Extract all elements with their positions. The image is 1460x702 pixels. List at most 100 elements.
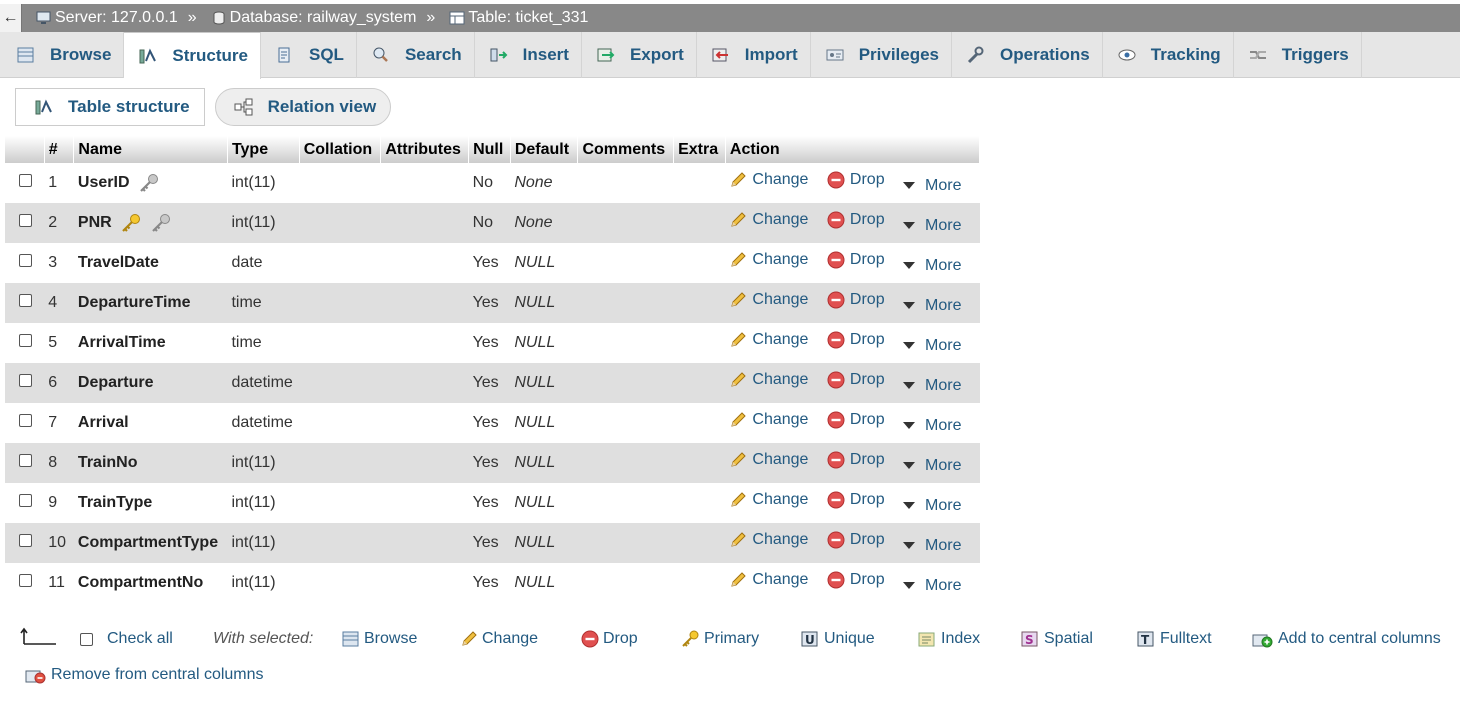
more-label: More [925,376,962,394]
tab-operations[interactable]: Operations [952,32,1103,78]
bulk-unique-button[interactable]: U Unique [800,630,875,648]
field-comments [577,483,674,523]
drop-button[interactable]: Drop [827,491,885,509]
bulk-drop-button[interactable]: Drop [581,630,638,648]
row-checkbox[interactable] [19,374,32,387]
drop-label: Drop [849,331,885,349]
more-button[interactable]: More [903,376,962,395]
more-button[interactable]: More [903,417,962,435]
drop-button[interactable]: Drop [827,531,885,549]
change-button[interactable]: Change [729,491,808,509]
row-checkbox[interactable] [19,174,32,187]
row-checkbox[interactable] [19,454,32,467]
tab-triggers[interactable]: Triggers [1234,32,1362,78]
tab-search[interactable]: Search [357,32,475,78]
drop-button[interactable]: Drop [827,571,885,589]
change-button[interactable]: Change [729,411,808,429]
more-button[interactable]: More [903,576,962,595]
change-button[interactable]: Change [729,251,808,269]
tab-sql[interactable]: SQL [261,32,357,78]
row-checkbox[interactable] [19,254,32,267]
breadcrumb: ← Server: 127.0.0.1 » Database: railway_… [0,4,1460,32]
bulk-remove-central-columns-label: Remove from central columns [51,666,264,683]
more-label: More [925,576,962,594]
field-name-cell: CompartmentType [73,523,228,563]
more-button[interactable]: More [903,217,962,235]
change-button[interactable]: Change [729,291,808,309]
row-checkbox[interactable] [19,574,32,587]
row-number: 3 [44,243,74,283]
tab-import[interactable]: Import [697,32,811,78]
more-button[interactable]: More [903,297,962,315]
subtab-table-structure[interactable]: Table structure [15,88,205,126]
col-collation-header[interactable]: Collation [299,136,382,163]
row-checkbox[interactable] [19,294,32,307]
bulk-change-button[interactable]: Change [460,630,538,648]
subtab-relation-view[interactable]: Relation view [214,88,392,126]
col-attributes-header[interactable]: Attributes [380,136,470,163]
col-name-header[interactable]: Name [73,136,228,163]
change-button[interactable]: Change [729,571,808,589]
tab-structure[interactable]: Structure [124,32,261,79]
tab-export[interactable]: Export [582,32,697,78]
change-button[interactable]: Change [729,531,808,549]
bulk-primary-button[interactable]: Primary [680,630,759,648]
change-button[interactable]: Change [729,331,808,349]
check-all-control[interactable]: Check all [80,630,173,648]
field-extra [673,563,726,603]
drop-button[interactable]: Drop [827,251,885,269]
drop-button[interactable]: Drop [827,211,885,229]
row-select-cell [5,403,45,443]
row-checkbox[interactable] [19,334,32,347]
tab-privileges[interactable]: Privileges [811,32,953,78]
col-extra-header[interactable]: Extra [673,136,726,163]
col-type-header[interactable]: Type [227,136,300,163]
change-button[interactable]: Change [729,371,808,389]
drop-button[interactable]: Drop [827,171,885,189]
more-button[interactable]: More [903,537,962,555]
tab-browse[interactable]: Browse [2,32,125,78]
breadcrumb-server[interactable]: Server: 127.0.0.1 [36,9,178,27]
bulk-browse-button[interactable]: Browse [342,630,417,648]
back-arrow-icon[interactable]: ← [0,4,22,32]
drop-button[interactable]: Drop [827,451,885,469]
main-tab-bar: Browse Structure SQL Search Insert Expor… [0,32,1460,79]
more-button[interactable]: More [903,497,962,515]
more-button[interactable]: More [903,337,962,355]
row-checkbox[interactable] [19,534,32,547]
drop-button[interactable]: Drop [827,411,885,429]
dropdown-arrow-icon [903,382,916,390]
drop-button[interactable]: Drop [827,371,885,389]
drop-button[interactable]: Drop [827,331,885,349]
col-null-header[interactable]: Null [468,136,511,163]
field-name-cell: PNR [73,203,228,243]
more-button[interactable]: More [903,257,962,275]
field-name-cell: UserID [73,163,228,203]
breadcrumb-table[interactable]: Table: ticket_331 [449,9,588,27]
bulk-index-button[interactable]: Index [917,630,980,648]
bulk-remove-central-columns-button[interactable]: Remove from central columns [25,666,264,684]
change-button[interactable]: Change [729,171,808,189]
more-button[interactable]: More [903,177,962,195]
bulk-add-central-columns-button[interactable]: Add to central columns [1252,630,1441,648]
tab-insert[interactable]: Insert [475,32,582,78]
field-extra [673,163,726,203]
change-button[interactable]: Change [729,451,808,469]
table-row: 2 PNR int(11) No None Change Drop More [5,203,980,243]
tab-browse-label: Browse [50,45,112,64]
tab-tracking[interactable]: Tracking [1103,32,1234,78]
row-checkbox[interactable] [19,414,32,427]
row-checkbox[interactable] [19,214,32,227]
check-all-checkbox[interactable] [80,632,93,646]
more-button[interactable]: More [903,457,962,475]
drop-icon [827,491,845,509]
drop-button[interactable]: Drop [827,291,885,309]
field-collation [299,563,381,603]
change-button[interactable]: Change [729,211,808,229]
row-checkbox[interactable] [19,494,32,507]
breadcrumb-database[interactable]: Database: railway_system [211,9,416,27]
bulk-fulltext-button[interactable]: T Fulltext [1136,630,1212,648]
col-comments-header[interactable]: Comments [577,136,675,163]
col-default-header[interactable]: Default [510,136,579,163]
bulk-spatial-button[interactable]: S Spatial [1020,630,1093,648]
